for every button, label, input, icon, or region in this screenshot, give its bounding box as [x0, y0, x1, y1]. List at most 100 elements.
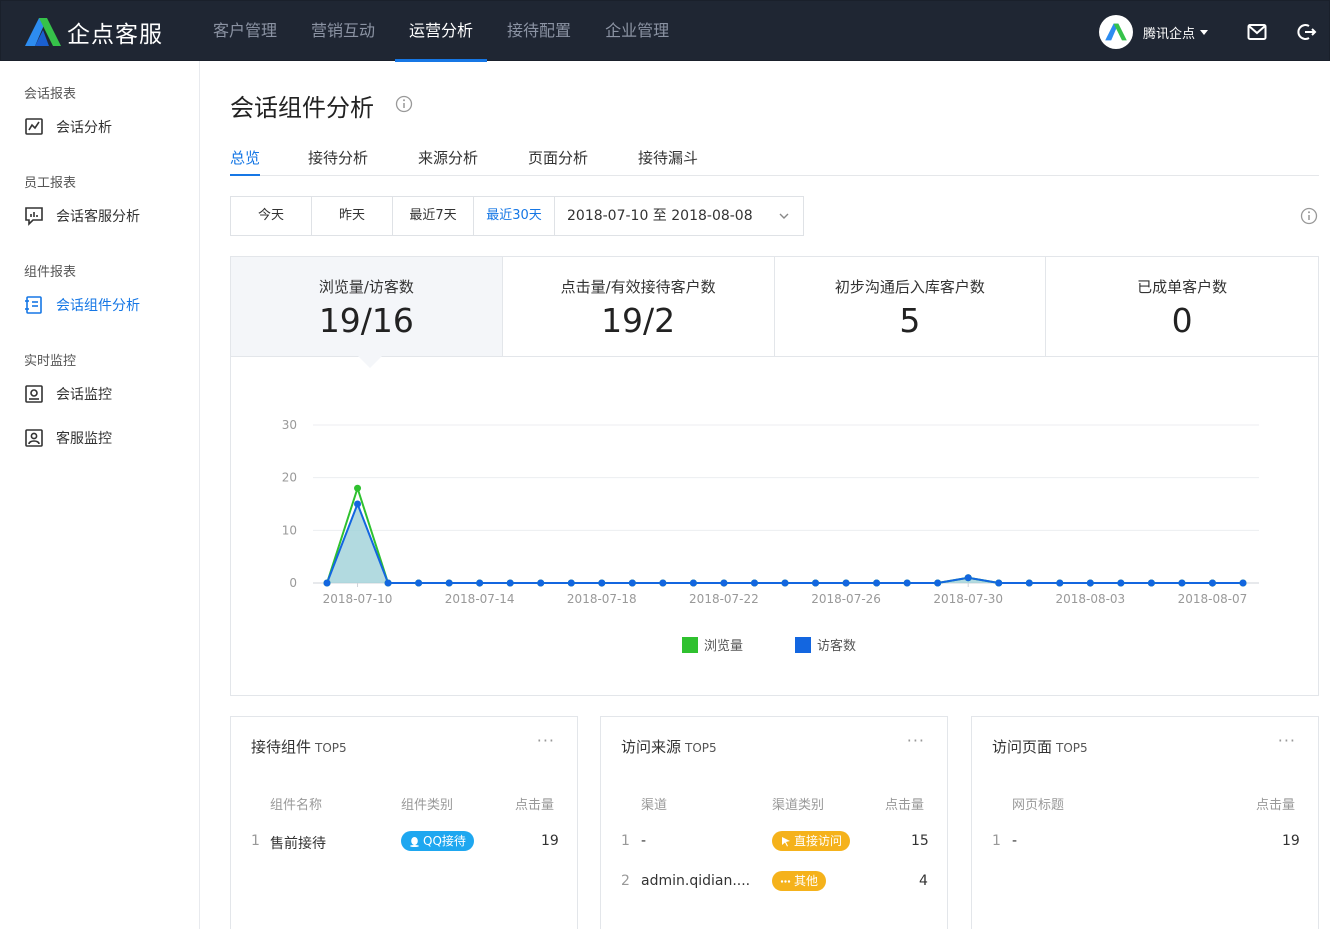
page-title-cell: - — [1012, 833, 1018, 849]
tab-reception-analysis[interactable]: 接待分析 — [308, 147, 368, 176]
sidebar-item-session-monitor[interactable]: 会话监控 — [24, 384, 112, 404]
date-today-button[interactable]: 今天 — [231, 197, 312, 235]
column-header: 组件类别 — [401, 798, 454, 813]
data-point-visitors — [415, 579, 423, 587]
tab-source-analysis[interactable]: 来源分析 — [418, 147, 478, 176]
card-title-suffix: TOP5 — [315, 741, 347, 755]
x-tick-label: 2018-08-07 — [1178, 592, 1248, 606]
data-point-visitors — [720, 579, 728, 587]
y-tick-label: 20 — [282, 471, 297, 485]
kpi-value: 19/2 — [601, 301, 676, 340]
data-point-visitors — [384, 579, 392, 587]
row-index: 1 — [992, 833, 1001, 849]
data-point-visitors — [567, 579, 575, 587]
date-last7-button[interactable]: 最近7天 — [393, 197, 474, 235]
sidebar-group-staff-report: 员工报表 — [24, 176, 77, 191]
date-range-picker[interactable]: 2018-07-10 至 2018-08-08 — [555, 197, 803, 235]
data-point-visitors — [903, 579, 911, 587]
series-line-views — [326, 484, 1243, 584]
sidebar-item-label: 会话分析 — [56, 120, 112, 136]
x-tick-label: 2018-07-14 — [445, 592, 515, 606]
top-navbar: 企点客服 客户管理 营销互动 运营分析 接待配置 企业管理 腾讯企点 — [0, 0, 1330, 62]
kpi-clicks-customers[interactable]: 点击量/有效接待客户数 19/2 — [503, 257, 775, 356]
card-sources-top5: 访问来源 TOP5 ··· 渠道 渠道类别 点击量 1 - 直接访问 15 2 a… — [600, 716, 948, 929]
overview-panel: 浏览量/访客数 19/16 点击量/有效接待客户数 19/2 初步沟通后入库客户… — [230, 256, 1319, 696]
data-point-visitors — [598, 579, 606, 587]
kpi-deal-customers[interactable]: 已成单客户数 0 — [1046, 257, 1318, 356]
logout-icon[interactable] — [1297, 23, 1317, 41]
click-count: 15 — [911, 833, 929, 849]
card-title: 访问页面 TOP5 — [992, 736, 1088, 757]
data-point-visitors — [964, 574, 972, 582]
column-header: 点击量 — [515, 798, 555, 813]
nav-enterprise-mgmt[interactable]: 企业管理 — [589, 1, 685, 62]
y-tick-label: 10 — [282, 523, 297, 537]
help-info-icon[interactable] — [1300, 207, 1318, 225]
data-point-visitors — [873, 579, 881, 587]
data-point-visitors — [659, 579, 667, 587]
channel-type-badge: 直接访问 — [772, 831, 851, 851]
tab-reception-funnel[interactable]: 接待漏斗 — [638, 147, 698, 176]
data-point-visitors — [323, 579, 331, 587]
data-point-visitors — [934, 579, 942, 587]
mail-icon[interactable] — [1247, 23, 1267, 41]
x-tick-label: 2018-07-10 — [323, 592, 393, 606]
sidebar-item-agent-analysis[interactable]: 会话客服分析 — [24, 206, 140, 226]
card-title-text: 接待组件 — [251, 738, 312, 756]
date-last30-button[interactable]: 最近30天 — [474, 197, 555, 235]
y-tick-label: 0 — [289, 576, 297, 590]
line-chart: 0 10 20 30 2018-07-10 2018-07-14 2018-07-18 201… — [282, 418, 1259, 606]
logo-icon — [25, 18, 61, 46]
nav-reception-config[interactable]: 接待配置 — [491, 1, 587, 62]
row-index: 1 — [251, 833, 260, 849]
data-point-visitors — [628, 579, 636, 587]
x-tick-label: 2018-07-26 — [811, 592, 881, 606]
tab-bar: 总览 接待分析 来源分析 页面分析 接待漏斗 — [230, 144, 1319, 176]
badge-label: 其他 — [794, 874, 819, 888]
series-area-visitors — [327, 504, 1243, 583]
info-icon[interactable] — [395, 95, 413, 113]
legend-label: 浏览量 — [704, 639, 744, 654]
sidebar-item-label: 会话组件分析 — [56, 298, 140, 314]
sidebar-group-session-report: 会话报表 — [24, 87, 77, 102]
sidebar-item-session-analysis[interactable]: 会话分析 — [24, 117, 112, 137]
kpi-value: 0 — [1171, 301, 1193, 340]
more-icon[interactable]: ··· — [907, 731, 925, 750]
sidebar: 会话报表 会话分析 员工报表 会话客服分析 组件报表 会话组件分析 实时监控 会… — [0, 61, 200, 929]
more-icon[interactable]: ··· — [537, 731, 555, 750]
nav-marketing[interactable]: 营销互动 — [295, 1, 391, 62]
data-point-visitors — [1178, 579, 1186, 587]
tab-overview[interactable]: 总览 — [230, 147, 261, 176]
card-title: 接待组件 TOP5 — [251, 736, 347, 757]
sidebar-item-widget-analysis[interactable]: 会话组件分析 — [24, 295, 140, 315]
card-title-suffix: TOP5 — [1056, 741, 1088, 755]
kpi-views-visitors[interactable]: 浏览量/访客数 19/16 — [231, 257, 503, 368]
caret-down-icon — [1200, 29, 1209, 35]
click-count: 4 — [919, 873, 928, 889]
legend-swatch — [682, 636, 698, 653]
data-point-visitors — [1025, 579, 1033, 587]
kpi-stored-customers[interactable]: 初步沟通后入库客户数 5 — [775, 257, 1047, 356]
widget-icon — [25, 296, 42, 314]
nav-operation-analysis[interactable]: 运营分析 — [393, 1, 489, 62]
logo[interactable]: 企点客服 — [23, 15, 163, 49]
nav-customer-mgmt[interactable]: 客户管理 — [197, 1, 293, 62]
tab-page-analysis[interactable]: 页面分析 — [528, 147, 588, 176]
legend-item-views[interactable]: 浏览量 — [682, 635, 743, 654]
sidebar-item-label: 会话监控 — [56, 387, 112, 403]
data-point-visitors — [750, 579, 758, 587]
date-range-value: 2018-07-10 至 2018-08-08 — [567, 208, 753, 224]
avatar-logo-icon — [1105, 23, 1127, 41]
data-point-visitors — [995, 579, 1003, 587]
sidebar-item-label: 会话客服分析 — [56, 209, 140, 225]
legend-item-visitors[interactable]: 访客数 — [795, 635, 856, 654]
sidebar-item-agent-monitor[interactable]: 客服监控 — [24, 428, 112, 448]
column-header: 点击量 — [885, 798, 925, 813]
date-yesterday-button[interactable]: 昨天 — [312, 197, 393, 235]
chevron-down-icon — [779, 213, 789, 219]
more-icon[interactable]: ··· — [1278, 731, 1296, 750]
user-menu[interactable]: 腾讯企点 — [1099, 15, 1209, 49]
card-title-suffix: TOP5 — [685, 741, 717, 755]
click-count: 19 — [541, 833, 559, 849]
card-title-text: 访问页面 — [992, 738, 1053, 756]
